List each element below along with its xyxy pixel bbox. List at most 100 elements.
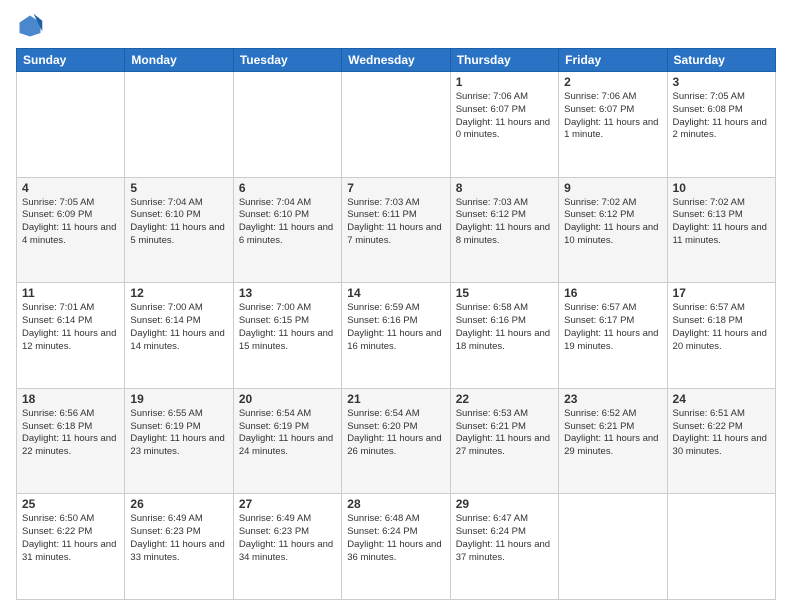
col-header-monday: Monday (125, 49, 233, 72)
day-cell: 24 Sunrise: 6:51 AM Sunset: 6:22 PM Dayli… (667, 388, 775, 494)
day-cell (559, 494, 667, 600)
col-header-saturday: Saturday (667, 49, 775, 72)
day-cell (667, 494, 775, 600)
day-cell: 4 Sunrise: 7:05 AM Sunset: 6:09 PM Daylig… (17, 177, 125, 283)
day-number: 5 (130, 181, 227, 195)
day-number: 14 (347, 286, 444, 300)
day-cell: 1 Sunrise: 7:06 AM Sunset: 6:07 PM Daylig… (450, 72, 558, 178)
col-header-friday: Friday (559, 49, 667, 72)
day-info: Sunrise: 7:04 AM Sunset: 6:10 PM Dayligh… (239, 197, 336, 248)
day-cell: 16 Sunrise: 6:57 AM Sunset: 6:17 PM Dayli… (559, 283, 667, 389)
day-cell: 8 Sunrise: 7:03 AM Sunset: 6:12 PM Daylig… (450, 177, 558, 283)
day-number: 13 (239, 286, 336, 300)
week-row-1: 4 Sunrise: 7:05 AM Sunset: 6:09 PM Daylig… (17, 177, 776, 283)
day-cell: 9Sunrise: 7:02 AM Sunset: 6:12 PM Daylig… (559, 177, 667, 283)
page: SundayMondayTuesdayWednesdayThursdayFrid… (0, 0, 792, 612)
day-cell: 7 Sunrise: 7:03 AM Sunset: 6:11 PM Daylig… (342, 177, 450, 283)
day-number: 18 (22, 392, 119, 406)
day-number: 2 (564, 75, 661, 89)
day-cell: 12 Sunrise: 7:00 AM Sunset: 6:14 PM Dayli… (125, 283, 233, 389)
logo (16, 12, 48, 40)
day-number: 10 (673, 181, 770, 195)
day-number: 15 (456, 286, 553, 300)
col-header-tuesday: Tuesday (233, 49, 341, 72)
day-cell (125, 72, 233, 178)
day-cell: 23 Sunrise: 6:52 AM Sunset: 6:21 PM Dayli… (559, 388, 667, 494)
day-info: Sunrise: 6:51 AM Sunset: 6:22 PM Dayligh… (673, 408, 770, 459)
day-cell: 18 Sunrise: 6:56 AM Sunset: 6:18 PM Dayli… (17, 388, 125, 494)
day-info: Sunrise: 7:00 AM Sunset: 6:14 PM Dayligh… (130, 302, 227, 353)
day-number: 25 (22, 497, 119, 511)
day-info: Sunrise: 7:04 AM Sunset: 6:10 PM Dayligh… (130, 197, 227, 248)
day-number: 24 (673, 392, 770, 406)
day-number: 29 (456, 497, 553, 511)
day-info: Sunrise: 7:06 AM Sunset: 6:07 PM Dayligh… (456, 91, 553, 142)
col-header-thursday: Thursday (450, 49, 558, 72)
day-number: 8 (456, 181, 553, 195)
header-row: SundayMondayTuesdayWednesdayThursdayFrid… (17, 49, 776, 72)
day-cell: 21 Sunrise: 6:54 AM Sunset: 6:20 PM Dayli… (342, 388, 450, 494)
day-number: 16 (564, 286, 661, 300)
day-cell: 25 Sunrise: 6:50 AM Sunset: 6:22 PM Dayli… (17, 494, 125, 600)
day-cell: 19 Sunrise: 6:55 AM Sunset: 6:19 PM Dayli… (125, 388, 233, 494)
day-info: Sunrise: 7:05 AM Sunset: 6:08 PM Dayligh… (673, 91, 770, 142)
day-info: Sunrise: 6:47 AM Sunset: 6:24 PM Dayligh… (456, 513, 553, 564)
day-cell: 2 Sunrise: 7:06 AM Sunset: 6:07 PM Daylig… (559, 72, 667, 178)
day-info: Sunrise: 7:02 AM Sunset: 6:13 PM Dayligh… (673, 197, 770, 248)
day-info: Sunrise: 6:53 AM Sunset: 6:21 PM Dayligh… (456, 408, 553, 459)
day-cell: 5 Sunrise: 7:04 AM Sunset: 6:10 PM Daylig… (125, 177, 233, 283)
day-cell: 10 Sunrise: 7:02 AM Sunset: 6:13 PM Dayli… (667, 177, 775, 283)
day-number: 26 (130, 497, 227, 511)
day-cell: 17 Sunrise: 6:57 AM Sunset: 6:18 PM Dayli… (667, 283, 775, 389)
day-cell: 11Sunrise: 7:01 AM Sunset: 6:14 PM Dayli… (17, 283, 125, 389)
day-info: Sunrise: 6:54 AM Sunset: 6:19 PM Dayligh… (239, 408, 336, 459)
day-cell: 26 Sunrise: 6:49 AM Sunset: 6:23 PM Dayli… (125, 494, 233, 600)
day-number: 19 (130, 392, 227, 406)
day-info: Sunrise: 6:49 AM Sunset: 6:23 PM Dayligh… (239, 513, 336, 564)
day-info: Sunrise: 7:03 AM Sunset: 6:11 PM Dayligh… (347, 197, 444, 248)
day-number: 12 (130, 286, 227, 300)
day-info: Sunrise: 7:00 AM Sunset: 6:15 PM Dayligh… (239, 302, 336, 353)
day-cell: 29 Sunrise: 6:47 AM Sunset: 6:24 PM Dayli… (450, 494, 558, 600)
logo-icon (16, 12, 44, 40)
day-info: Sunrise: 6:50 AM Sunset: 6:22 PM Dayligh… (22, 513, 119, 564)
day-cell: 3Sunrise: 7:05 AM Sunset: 6:08 PM Daylig… (667, 72, 775, 178)
day-cell (17, 72, 125, 178)
day-number: 28 (347, 497, 444, 511)
day-cell: 28Sunrise: 6:48 AM Sunset: 6:24 PM Dayli… (342, 494, 450, 600)
day-info: Sunrise: 6:55 AM Sunset: 6:19 PM Dayligh… (130, 408, 227, 459)
day-info: Sunrise: 6:57 AM Sunset: 6:17 PM Dayligh… (564, 302, 661, 353)
day-number: 6 (239, 181, 336, 195)
day-number: 17 (673, 286, 770, 300)
day-number: 22 (456, 392, 553, 406)
day-info: Sunrise: 6:57 AM Sunset: 6:18 PM Dayligh… (673, 302, 770, 353)
day-cell: 15 Sunrise: 6:58 AM Sunset: 6:16 PM Dayli… (450, 283, 558, 389)
day-cell (233, 72, 341, 178)
day-info: Sunrise: 6:59 AM Sunset: 6:16 PM Dayligh… (347, 302, 444, 353)
day-number: 21 (347, 392, 444, 406)
day-number: 9 (564, 181, 661, 195)
day-info: Sunrise: 6:58 AM Sunset: 6:16 PM Dayligh… (456, 302, 553, 353)
col-header-wednesday: Wednesday (342, 49, 450, 72)
day-info: Sunrise: 6:54 AM Sunset: 6:20 PM Dayligh… (347, 408, 444, 459)
week-row-3: 18 Sunrise: 6:56 AM Sunset: 6:18 PM Dayli… (17, 388, 776, 494)
day-number: 23 (564, 392, 661, 406)
day-info: Sunrise: 6:49 AM Sunset: 6:23 PM Dayligh… (130, 513, 227, 564)
week-row-0: 1 Sunrise: 7:06 AM Sunset: 6:07 PM Daylig… (17, 72, 776, 178)
day-cell: 20Sunrise: 6:54 AM Sunset: 6:19 PM Dayli… (233, 388, 341, 494)
day-number: 4 (22, 181, 119, 195)
day-cell: 22 Sunrise: 6:53 AM Sunset: 6:21 PM Dayli… (450, 388, 558, 494)
week-row-4: 25 Sunrise: 6:50 AM Sunset: 6:22 PM Dayli… (17, 494, 776, 600)
day-cell (342, 72, 450, 178)
day-number: 1 (456, 75, 553, 89)
day-number: 7 (347, 181, 444, 195)
col-header-sunday: Sunday (17, 49, 125, 72)
day-info: Sunrise: 7:06 AM Sunset: 6:07 PM Dayligh… (564, 91, 661, 142)
day-cell: 13 Sunrise: 7:00 AM Sunset: 6:15 PM Dayli… (233, 283, 341, 389)
day-info: Sunrise: 7:03 AM Sunset: 6:12 PM Dayligh… (456, 197, 553, 248)
day-info: Sunrise: 7:05 AM Sunset: 6:09 PM Dayligh… (22, 197, 119, 248)
day-info: Sunrise: 6:52 AM Sunset: 6:21 PM Dayligh… (564, 408, 661, 459)
day-cell: 6 Sunrise: 7:04 AM Sunset: 6:10 PM Daylig… (233, 177, 341, 283)
header (16, 12, 776, 40)
day-info: Sunrise: 6:56 AM Sunset: 6:18 PM Dayligh… (22, 408, 119, 459)
